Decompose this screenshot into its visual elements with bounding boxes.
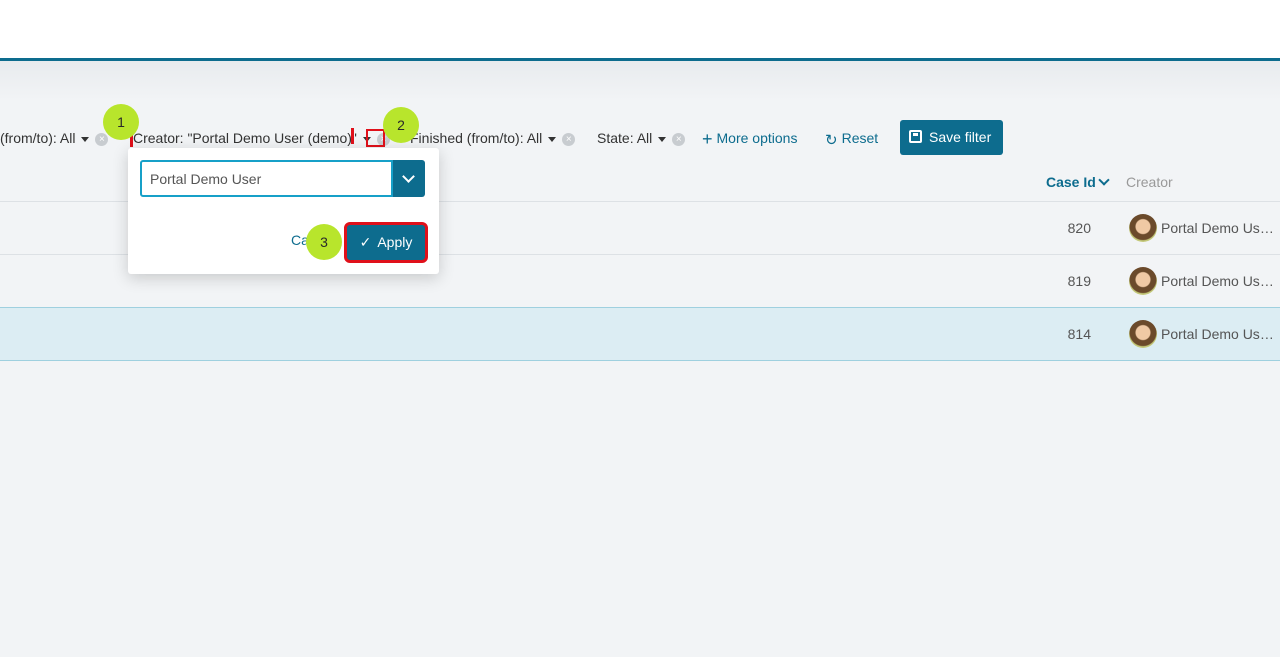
apply-label: Apply — [377, 234, 413, 250]
avatar — [1129, 267, 1157, 295]
clear-icon[interactable]: × — [672, 132, 686, 146]
refresh-icon: ↻ — [825, 132, 838, 149]
clear-icon[interactable]: × — [562, 132, 576, 146]
creator-filter-popup: Cancel ✓Apply — [128, 148, 439, 274]
chevron-down-icon — [402, 170, 415, 183]
case-id-cell: 814 — [1067, 326, 1091, 342]
caret-down-icon — [81, 136, 90, 142]
creator-combobox — [140, 160, 425, 197]
avatar — [1129, 320, 1157, 348]
avatar — [1129, 214, 1157, 242]
top-header-bar — [0, 0, 1280, 61]
filter-state[interactable]: State: All × — [597, 120, 686, 156]
highlight-clear-box — [366, 129, 385, 147]
table-row-selected[interactable]: 814 Portal Demo User (demo) — [0, 307, 1280, 361]
caret-down-icon — [548, 136, 557, 142]
filter-finished-label: Finished (from/to): All — [410, 130, 543, 146]
step-badge-3: 3 — [306, 224, 342, 260]
highlight-marker-right — [351, 128, 354, 144]
plus-icon: + — [702, 129, 713, 149]
step-badge-1: 1 — [103, 104, 139, 140]
reset-link[interactable]: ↻ Reset — [825, 120, 878, 156]
more-options-label: More options — [716, 130, 798, 146]
filter-creator-label: Creator: "Portal Demo User (demo)" — [133, 130, 357, 146]
checkmark-icon: ✓ — [359, 234, 372, 250]
filter-created[interactable]: (from/to): All × — [0, 120, 109, 156]
case-id-header-label: Case Id — [1046, 174, 1096, 190]
creator-cell: Portal Demo User (demo) — [1161, 326, 1280, 342]
caret-down-icon — [658, 136, 667, 142]
creator-cell: Portal Demo User (demo) — [1161, 273, 1280, 289]
filter-created-label: (from/to): All — [0, 130, 76, 146]
filter-state-label: State: All — [597, 130, 653, 146]
creator-input[interactable] — [140, 160, 393, 197]
apply-button[interactable]: ✓ Apply — [344, 222, 428, 263]
case-id-cell: 819 — [1067, 273, 1091, 289]
column-header-case-id[interactable]: Case Id — [1046, 163, 1110, 201]
creator-cell: Portal Demo User (demo) — [1161, 220, 1280, 236]
chevron-down-icon — [1098, 174, 1110, 186]
save-filter-button[interactable]: Save filter — [900, 120, 1003, 155]
more-options-link[interactable]: + More options — [702, 120, 797, 156]
column-header-creator[interactable]: Creator — [1126, 163, 1173, 201]
floppy-disk-icon — [909, 130, 922, 143]
dropdown-toggle-button[interactable] — [393, 160, 425, 197]
clear-icon[interactable]: × — [95, 132, 109, 146]
case-id-cell: 820 — [1067, 220, 1091, 236]
step-badge-2: 2 — [383, 107, 419, 143]
reset-label: Reset — [841, 130, 879, 146]
save-filter-label: Save filter — [929, 129, 992, 145]
